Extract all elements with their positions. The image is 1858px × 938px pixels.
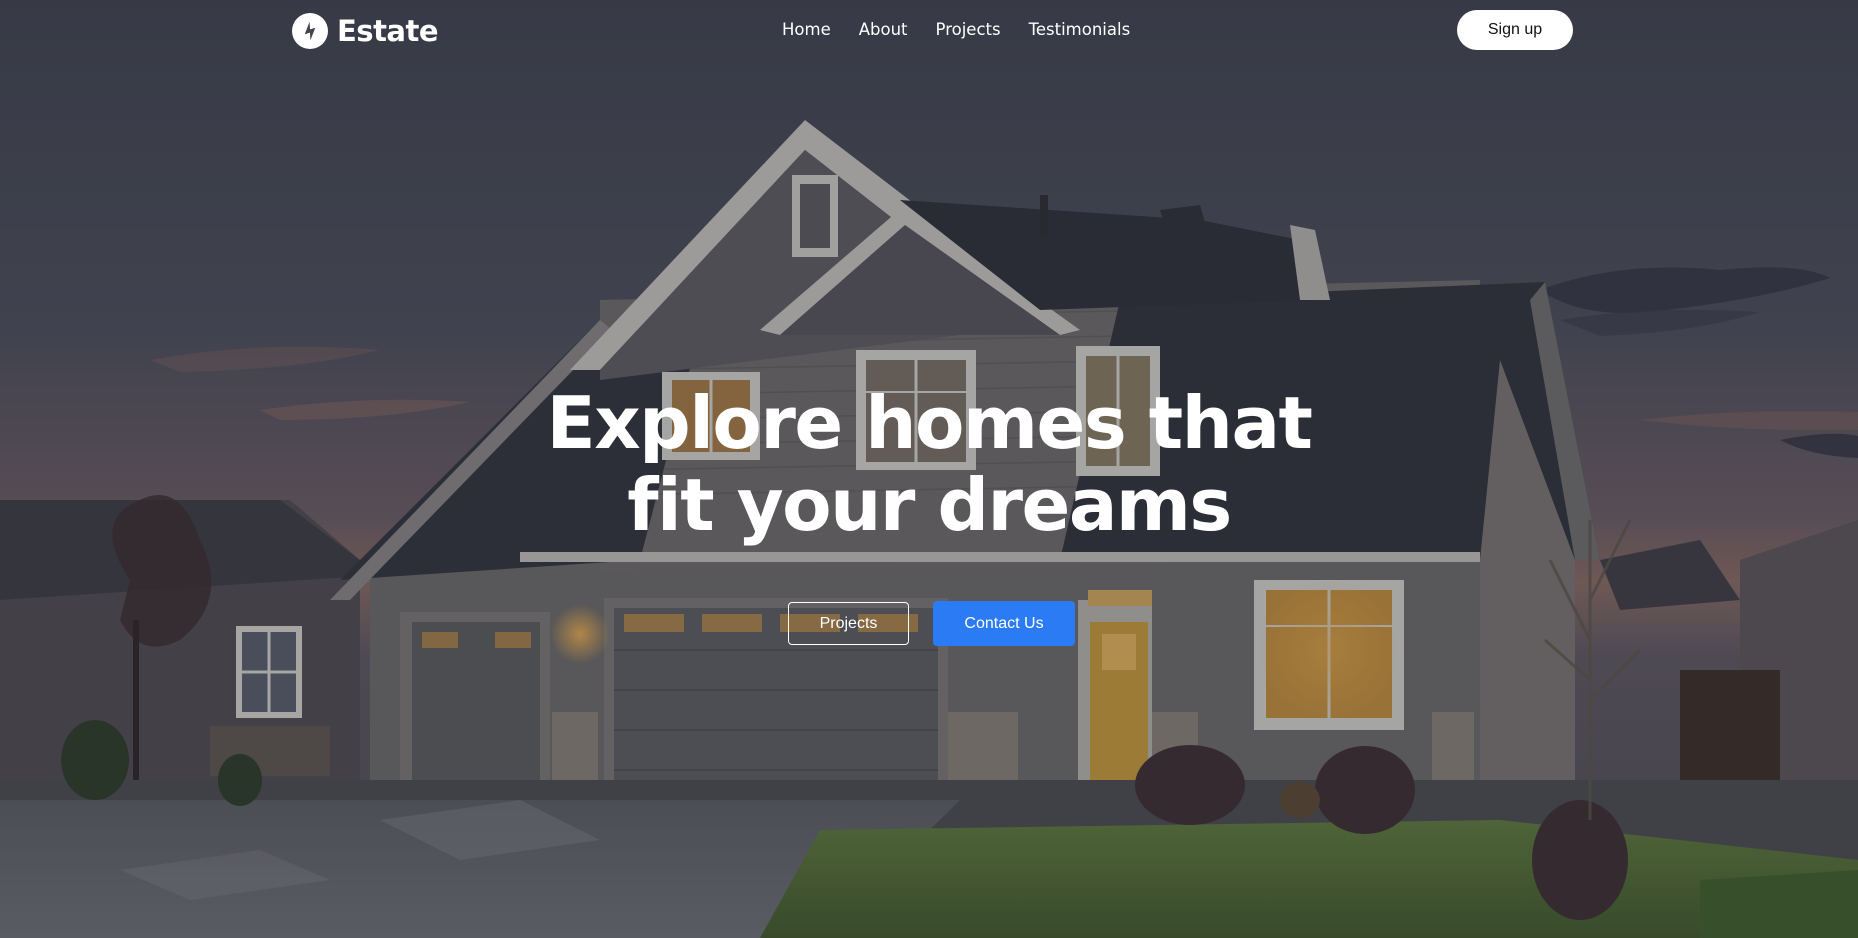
nav-link-projects[interactable]: Projects xyxy=(936,20,1001,39)
nav-link-testimonials[interactable]: Testimonials xyxy=(1029,20,1131,39)
projects-button[interactable]: Projects xyxy=(788,602,909,645)
nav-links: Home About Projects Testimonials xyxy=(782,20,1130,39)
nav-link-about[interactable]: About xyxy=(859,20,908,39)
contact-us-button[interactable]: Contact Us xyxy=(933,601,1075,646)
hero-headline: Explore homes that fit your dreams xyxy=(429,382,1429,546)
hero-headline-line-1: Explore homes that xyxy=(546,381,1313,465)
sign-up-button[interactable]: Sign up xyxy=(1457,10,1573,50)
hero-section: Estate Home About Projects Testimonials … xyxy=(0,0,1858,938)
nav-link-home[interactable]: Home xyxy=(782,20,831,39)
brand-name: Estate xyxy=(337,14,439,48)
lightning-bolt-icon xyxy=(292,13,328,49)
brand-logo[interactable]: Estate xyxy=(292,13,439,49)
top-navbar: Estate Home About Projects Testimonials … xyxy=(0,0,1858,62)
hero-headline-line-2: fit your dreams xyxy=(627,463,1232,547)
hero-cta-row: Projects Contact Us xyxy=(788,601,1075,646)
